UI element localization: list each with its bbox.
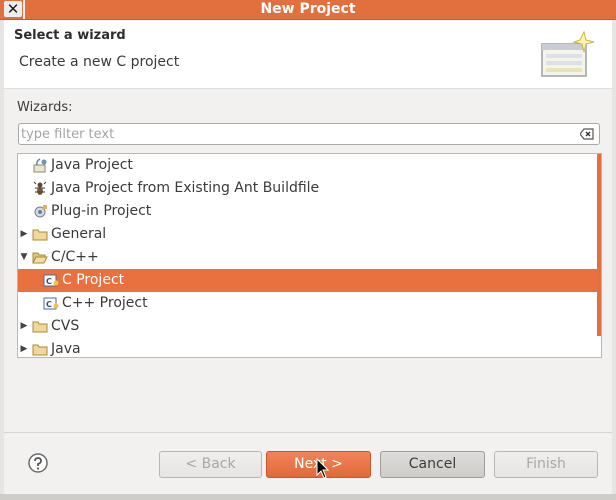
- button-bar: < Back Next > Cancel Finish: [4, 432, 612, 495]
- wizard-tree[interactable]: Java Project Java Project from Existing …: [17, 153, 602, 358]
- folder-open-icon: [32, 252, 48, 264]
- page-title: Select a wizard: [14, 28, 126, 43]
- tree-item-java-project[interactable]: Java Project: [18, 154, 598, 177]
- window-title: New Project: [260, 1, 356, 17]
- tree-item-plugin-project[interactable]: Plug-in Project: [18, 200, 598, 223]
- svg-text:C: C: [46, 300, 52, 309]
- tree-item-label: Java Project from Existing Ant Buildfile: [51, 180, 320, 196]
- tree-item-label: C++ Project: [62, 295, 148, 311]
- c-project-icon: C: [43, 274, 59, 287]
- wizard-header: Select a wizard Create a new C project: [4, 20, 612, 89]
- filter-field[interactable]: [18, 123, 600, 145]
- page-description: Create a new C project: [19, 54, 180, 70]
- tree-item-c-project[interactable]: C C Project: [18, 269, 598, 292]
- folder-icon: [32, 344, 48, 356]
- tree-item-cpp-project[interactable]: C C++ Project: [18, 292, 598, 315]
- filter-input[interactable]: [21, 126, 571, 142]
- tree-item-label: C/C++: [51, 249, 99, 265]
- java-project-icon: [33, 158, 47, 173]
- tree-item-label: Java: [51, 341, 81, 357]
- tree-item-label: CVS: [51, 318, 80, 334]
- collapse-arrow-icon[interactable]: ▼: [19, 246, 29, 269]
- wizard-body: Wizards: Java Project Java Project from …: [4, 89, 612, 432]
- tree-item-c-cpp[interactable]: ▼ C/C++: [18, 246, 598, 269]
- folder-icon: [32, 321, 48, 333]
- tree-item-label: C Project: [62, 272, 125, 288]
- cancel-button[interactable]: Cancel: [380, 451, 485, 478]
- folder-icon: [32, 229, 48, 241]
- svg-text:C: C: [46, 277, 52, 286]
- back-button[interactable]: < Back: [159, 451, 262, 478]
- expand-arrow-icon[interactable]: ▶: [19, 315, 29, 338]
- new-wizard-banner-icon: [541, 30, 595, 77]
- tree-item-java-ant-project[interactable]: Java Project from Existing Ant Buildfile: [18, 177, 598, 200]
- tree-item-cvs[interactable]: ▶ CVS: [18, 315, 598, 338]
- window-right-edge: [612, 19, 616, 494]
- plugin-icon: [34, 205, 47, 218]
- background-window-strip: [0, 494, 616, 500]
- tree-item-java[interactable]: ▶ Java: [18, 338, 598, 357]
- wizards-label: Wizards:: [17, 100, 73, 115]
- cpp-project-icon: C: [43, 297, 59, 310]
- tree-item-label: Java Project: [51, 157, 133, 173]
- tree-item-general[interactable]: ▶ General: [18, 223, 598, 246]
- expand-arrow-icon[interactable]: ▶: [19, 338, 29, 357]
- finish-button[interactable]: Finish: [494, 451, 598, 478]
- mouse-pointer-icon: [316, 458, 330, 479]
- ant-icon: [33, 181, 47, 195]
- title-bar: ✕ New Project: [0, 0, 616, 20]
- expand-arrow-icon[interactable]: ▶: [19, 223, 29, 246]
- clear-filter-icon[interactable]: [580, 128, 594, 140]
- tree-item-label: General: [51, 226, 107, 242]
- tree-item-label: Plug-in Project: [51, 203, 152, 219]
- help-icon[interactable]: [28, 453, 48, 473]
